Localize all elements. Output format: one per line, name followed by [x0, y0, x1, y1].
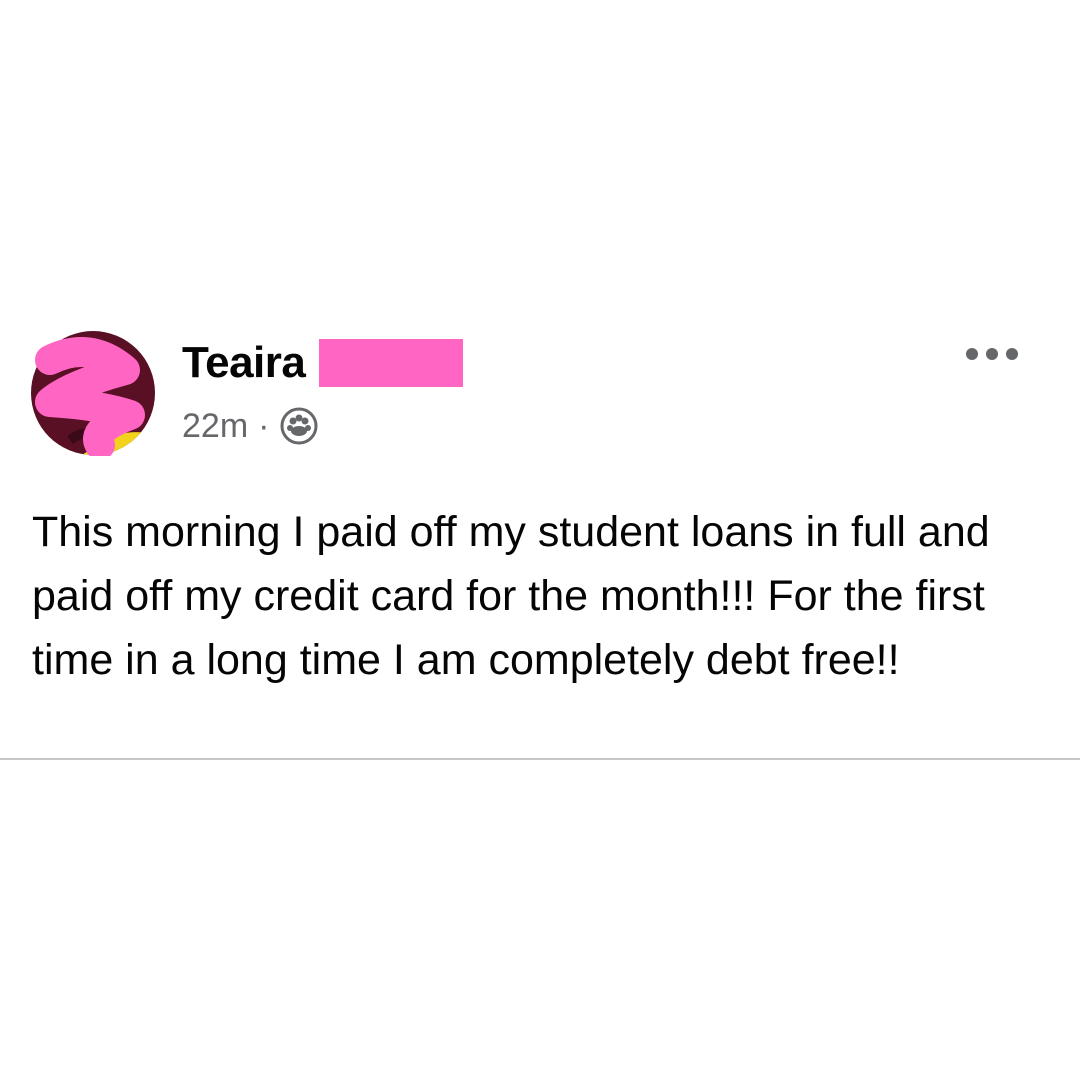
more-options-button[interactable] — [960, 338, 1024, 370]
avatar[interactable] — [30, 330, 156, 460]
post-card: Teaira 22m · This morning I paid off my … — [0, 0, 1080, 1080]
meta-separator: · — [258, 407, 270, 445]
author-name[interactable]: Teaira — [182, 336, 306, 390]
avatar-image — [31, 331, 155, 460]
post-text: This morning I paid off my student loans… — [32, 508, 990, 684]
divider — [0, 758, 1080, 760]
post-timestamp[interactable]: 22m — [182, 402, 248, 450]
post-meta: 22m · — [182, 402, 319, 450]
author-row: Teaira — [182, 336, 464, 390]
more-horizontal-icon — [966, 348, 1018, 360]
friends-icon[interactable] — [279, 406, 319, 446]
name-redaction — [319, 339, 464, 387]
